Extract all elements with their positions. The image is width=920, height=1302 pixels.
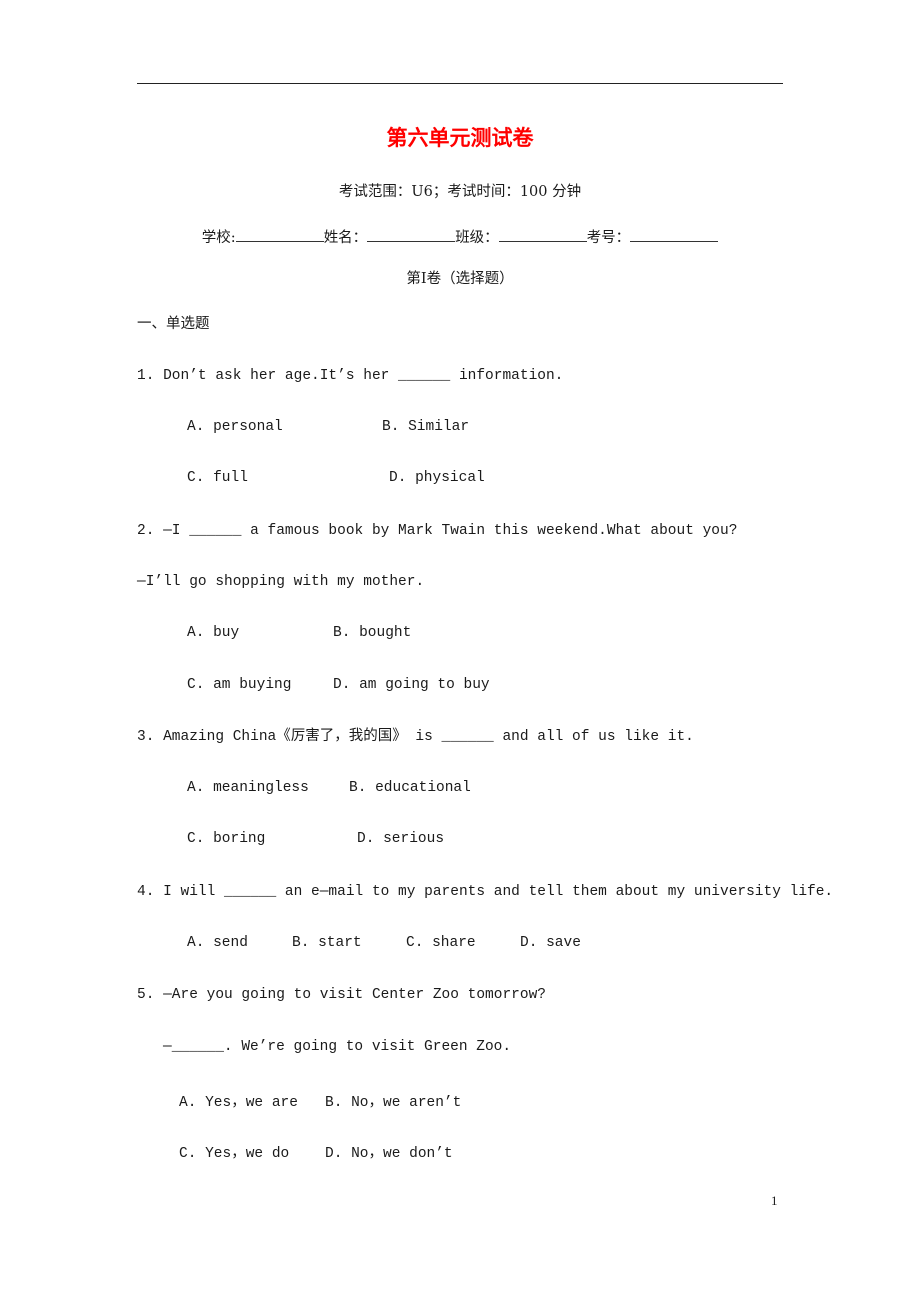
question-text-line-2: —I’ll go shopping with my mother. [137,574,425,590]
option-a[interactable]: A. meaningless [187,780,309,796]
question-number: 4. [137,884,155,900]
question-number: 1. [137,368,155,384]
option-a[interactable]: A. personal [187,419,283,435]
question-text: I will ______ an e—mail to my parents an… [163,884,834,900]
option-b[interactable]: B. start [292,935,362,951]
name-field[interactable] [367,228,456,242]
option-c[interactable]: C. boring [187,831,265,847]
option-a[interactable]: A. buy [187,625,239,641]
student-info-fields: 学校: 姓名： 班级： 考号： [0,226,920,247]
option-b[interactable]: B. bought [333,625,411,641]
option-d[interactable]: D. physical [389,470,485,486]
question-number: 5. [137,987,155,1003]
option-d[interactable]: D. serious [357,831,444,847]
option-b[interactable]: B. No，we aren’t [325,1090,461,1111]
option-c[interactable]: C. share [406,935,476,951]
school-field[interactable] [235,228,324,242]
question-number: 2. [137,523,155,539]
option-b[interactable]: B. educational [349,780,471,796]
option-c[interactable]: C. full [187,470,248,486]
exam-info: 考试范围：U6；考试时间：100 分钟 [338,184,582,200]
option-d[interactable]: D. save [520,935,581,951]
class-label: 班级： [455,230,499,246]
option-a[interactable]: A. Yes，we are [179,1090,298,1111]
school-label: 学校: [201,230,236,246]
question-text: —Are you going to visit Center Zoo tomor… [163,987,546,1003]
volume-heading: 第I卷（选择题） [406,271,514,287]
section-heading: 一、单选题 [137,316,210,332]
page-number: 1 [771,1193,778,1208]
question-text: Amazing China《厉害了，我的国》 is ______ and all… [163,729,694,745]
option-c[interactable]: C. am buying [187,677,291,693]
exam-number-label: 考号： [586,230,631,246]
page-title: 第六单元测试卷 [386,126,534,150]
option-d[interactable]: D. am going to buy [333,677,490,693]
question-text-line-2: —______. We’re going to visit Green Zoo. [163,1039,512,1055]
option-a[interactable]: A. send [187,935,248,951]
option-c[interactable]: C. Yes，we do [179,1141,289,1162]
option-d[interactable]: D. No，we don’t [325,1141,453,1162]
question-text: Don’t ask her age.It’s her ______ inform… [163,368,564,384]
header-rule [137,83,783,84]
class-field[interactable] [498,228,587,242]
question-text: —I ______ a famous book by Mark Twain th… [163,523,738,539]
option-b[interactable]: B. Similar [382,419,469,435]
question-number: 3. [137,729,155,745]
exam-number-field[interactable] [630,228,719,242]
name-label: 姓名： [323,230,368,246]
